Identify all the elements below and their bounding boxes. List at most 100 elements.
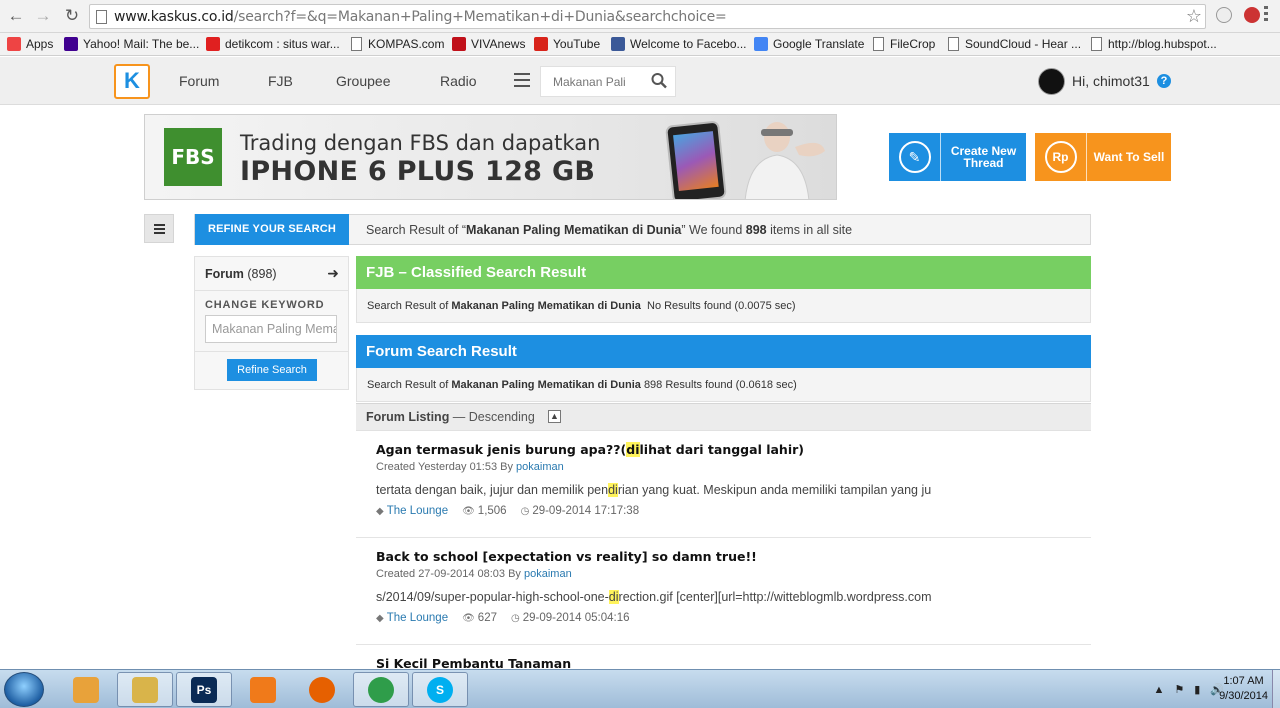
bookmark-item[interactable]: detikcom : situs war...	[206, 36, 340, 52]
pencil-icon: ✎	[898, 141, 931, 173]
user-greeting[interactable]: Hi, chimot31	[1072, 73, 1150, 89]
firefox-icon	[309, 676, 335, 703]
keyword-input[interactable]	[205, 315, 337, 343]
banner-line-1: Trading dengan FBS dan dapatkan	[240, 131, 601, 155]
forum-result-summary: Search Result of Makanan Paling Mematika…	[356, 368, 1091, 402]
apps-grid-icon	[7, 37, 21, 51]
forum-listing-title: Forum Listing — Descending	[366, 410, 535, 424]
bookmark-label: http://blog.hubspot...	[1108, 37, 1217, 51]
create-new-thread-button[interactable]: ✎ Create New Thread	[889, 133, 1026, 181]
address-bar[interactable]: www.kaskus.co.id/search?f=&q=Makanan+Pal…	[89, 4, 1206, 29]
fjb-result-section: FJB – Classified Search Result Search Re…	[356, 256, 1091, 323]
thread-views: 627	[477, 612, 497, 624]
bookmark-item[interactable]: Welcome to Facebo...	[611, 36, 747, 52]
clock[interactable]: 1:07 AM 9/30/2014	[1219, 674, 1268, 704]
bookmark-item[interactable]: FileCrop	[873, 36, 935, 52]
clock-icon: ◷	[510, 613, 520, 624]
bookmarks-bar: Apps Yahoo! Mail: The be... detikcom : sit…	[0, 33, 1280, 56]
nav-groupee[interactable]: Groupee	[336, 73, 390, 89]
bookmark-label: Yahoo! Mail: The be...	[83, 37, 200, 51]
kaskus-logo[interactable]: K	[114, 64, 150, 99]
forum-result-title: Forum Search Result	[356, 335, 1091, 368]
fjb-result-title: FJB – Classified Search Result	[356, 256, 1091, 289]
taskbar-app[interactable]	[353, 672, 409, 707]
site-header: K Forum FJB Groupee Radio Hi, chimot31 ?	[0, 57, 1280, 105]
thread-footer: ◆ The Lounge 👁 1,506 ◷ 29-09-2014 17:17:38	[376, 505, 639, 517]
thread-excerpt: s/2014/09/super-popular-high-school-one-…	[376, 590, 932, 604]
taskbar-app[interactable]	[58, 672, 114, 707]
nav-radio[interactable]: Radio	[440, 73, 477, 89]
thread-title[interactable]: Back to school [expectation vs reality] …	[376, 549, 757, 564]
fbs-logo: FBS	[164, 128, 222, 186]
model-image	[744, 122, 825, 199]
bookmark-star-icon[interactable]: ☆	[1186, 6, 1202, 27]
facebook-icon	[611, 37, 625, 51]
menu-icon[interactable]	[1264, 6, 1268, 24]
taskbar-app[interactable]: Ps	[176, 672, 232, 707]
nav-forum[interactable]: Forum	[179, 73, 219, 89]
bookmark-item[interactable]: SoundCloud - Hear ...	[948, 36, 1081, 52]
tag-icon: ◆	[376, 506, 384, 517]
taskbar-app[interactable]	[294, 672, 350, 707]
arrow-right-icon[interactable]: ➜	[327, 265, 339, 282]
extension-icon[interactable]	[1216, 7, 1232, 23]
site-search-input[interactable]	[541, 67, 637, 96]
thread-meta: Created Yesterday 01:53 By pokaiman	[376, 461, 564, 473]
search-icon[interactable]	[651, 72, 667, 90]
thread-meta: Created 27-09-2014 08:03 By pokaiman	[376, 568, 572, 580]
thread-title[interactable]: Agan termasuk jenis burung apa??(dilihat…	[376, 442, 804, 457]
gallery-icon	[73, 676, 99, 703]
search-tab-bar: REFINE YOUR SEARCH Search Result of “Mak…	[194, 214, 1091, 245]
taskbar-app[interactable]: S	[412, 672, 468, 707]
nav-fjb[interactable]: FJB	[268, 73, 293, 89]
tag-icon: ◆	[376, 613, 384, 624]
bookmark-item[interactable]: KOMPAS.com	[351, 36, 444, 52]
forum-listing-header: Forum Listing — Descending ▲	[356, 403, 1091, 431]
thread-title[interactable]: Si Kecil Pembantu Tanaman	[376, 656, 571, 669]
start-button[interactable]	[4, 672, 44, 707]
bookmark-item[interactable]: http://blog.hubspot...	[1091, 36, 1217, 52]
forward-icon[interactable]: →	[33, 6, 53, 26]
network-icon[interactable]: ▮	[1194, 683, 1200, 696]
google-translate-icon	[754, 37, 768, 51]
sidebar-toggle-icon[interactable]	[144, 214, 174, 243]
browser-toolbar: ← → ↻ www.kaskus.co.id/search?f=&q=Makan…	[0, 0, 1280, 33]
bookmark-item[interactable]: Google Translate	[754, 36, 864, 52]
thread-last-post: 29-09-2014 17:17:38	[532, 505, 640, 517]
thread-item: Si Kecil Pembantu Tanaman	[356, 646, 1091, 669]
flag-icon[interactable]: ⚑	[1174, 683, 1184, 696]
page-icon	[96, 10, 107, 24]
bookmark-item[interactable]: VIVAnews	[452, 36, 525, 52]
fbs-banner-ad[interactable]: FBS Trading dengan FBS dan dapatkan IPHO…	[144, 114, 837, 200]
thread-forum-link[interactable]: The Lounge	[387, 612, 448, 624]
show-desktop-button[interactable]	[1272, 670, 1280, 708]
detik-icon	[206, 37, 220, 51]
thread-author[interactable]: pokaiman	[524, 568, 572, 580]
change-keyword-label: CHANGE KEYWORD	[205, 299, 325, 311]
bookmark-item[interactable]: Apps	[7, 36, 53, 52]
back-icon[interactable]: ←	[6, 6, 26, 26]
tray-arrow-icon[interactable]: ▲	[1153, 684, 1164, 696]
bookmark-item[interactable]: YouTube	[534, 36, 600, 52]
media-player-icon	[250, 676, 276, 703]
thread-forum-link[interactable]: The Lounge	[387, 505, 448, 517]
extension-icon[interactable]	[1244, 7, 1260, 23]
bookmark-item[interactable]: Yahoo! Mail: The be...	[64, 36, 199, 52]
forum-filter[interactable]: Forum (898)	[205, 267, 277, 281]
refine-search-button[interactable]: Refine Search	[227, 359, 317, 381]
windows-taskbar: Ps S ▲ ⚑ ▮ 🔊 1:07 AM 9/30/2014	[0, 669, 1280, 708]
thread-author[interactable]: pokaiman	[516, 461, 564, 473]
photoshop-icon: Ps	[191, 676, 217, 703]
hamburger-menu-icon[interactable]	[514, 73, 530, 87]
help-icon[interactable]: ?	[1157, 74, 1171, 88]
tab-refine-your-search[interactable]: REFINE YOUR SEARCH	[195, 214, 349, 245]
taskbar-app[interactable]	[117, 672, 173, 707]
collapse-icon[interactable]: ▲	[548, 410, 561, 423]
want-to-sell-button[interactable]: Rp Want To Sell	[1035, 133, 1171, 181]
thread-last-post: 29-09-2014 05:04:16	[522, 612, 630, 624]
reload-icon[interactable]: ↻	[62, 6, 82, 26]
avatar[interactable]	[1038, 68, 1065, 95]
bookmark-label: detikcom : situs war...	[225, 37, 340, 51]
taskbar-app[interactable]	[235, 672, 291, 707]
thread-footer: ◆ The Lounge 👁 627 ◷ 29-09-2014 05:04:16	[376, 612, 630, 624]
